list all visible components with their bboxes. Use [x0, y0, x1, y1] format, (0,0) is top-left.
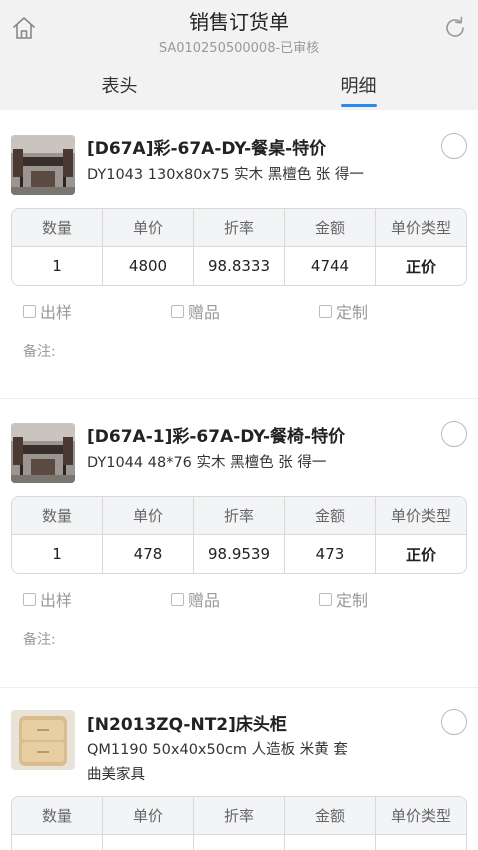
- amount-cell[interactable]: 473: [285, 535, 376, 573]
- amount-cell[interactable]: 4744: [285, 247, 376, 285]
- gift-checkbox[interactable]: 赠品: [171, 587, 220, 611]
- checkbox-box[interactable]: [319, 304, 332, 318]
- select-radio[interactable]: [441, 421, 467, 447]
- checkbox-label: 出样: [40, 591, 73, 610]
- checkbox-label: 定制: [336, 591, 369, 610]
- column-header-discount: 折率: [194, 797, 285, 834]
- list-item: [D67A]彩-67A-DY-餐桌-特价 DY1043 130x80x75 实木…: [0, 110, 478, 398]
- sample-checkbox[interactable]: 出样: [23, 587, 72, 611]
- sample-checkbox[interactable]: 出样: [23, 299, 72, 323]
- discount-cell[interactable]: [194, 835, 285, 850]
- checkbox-box[interactable]: [319, 592, 332, 606]
- discount-cell[interactable]: 98.8333: [194, 247, 285, 285]
- column-header-discount: 折率: [194, 497, 285, 534]
- column-header-discount: 折率: [194, 209, 285, 246]
- checkbox-label: 赠品: [188, 591, 221, 610]
- custom-checkbox[interactable]: 定制: [319, 299, 368, 323]
- checkbox-label: 定制: [336, 303, 369, 322]
- column-header-price-type: 单价类型: [390, 507, 451, 525]
- column-header-unit-price: 单价: [103, 797, 194, 834]
- item-price-table: 数量 单价 折率 金额 单价类型 1 478 98.9539 473 正价: [11, 496, 467, 574]
- unit-price-cell[interactable]: [103, 835, 194, 850]
- column-header-quantity: 数量: [12, 797, 103, 834]
- product-spec: QM1190 50x40x50cm 人造板 米黄 套: [87, 742, 348, 758]
- checkbox-label: 出样: [40, 303, 73, 322]
- nightstand-thumbnail: [11, 710, 75, 770]
- price-type-cell[interactable]: 正价: [376, 247, 466, 285]
- product-name: [N2013ZQ-NT2]床头柜: [87, 715, 287, 735]
- item-price-table: 数量 单价 折率 金额 单价类型: [11, 796, 467, 850]
- tab-details[interactable]: 明细: [239, 72, 478, 98]
- gift-checkbox[interactable]: 赠品: [171, 299, 220, 323]
- product-name: [D67A-1]彩-67A-DY-餐椅-特价: [87, 427, 346, 447]
- discount-cell[interactable]: 98.9539: [194, 535, 285, 573]
- checkbox-box[interactable]: [171, 304, 184, 318]
- list-item: [N2013ZQ-NT2]床头柜 QM1190 50x40x50cm 人造板 米…: [0, 688, 478, 850]
- column-header-quantity: 数量: [12, 497, 103, 534]
- page-title: 销售订货单: [189, 10, 289, 34]
- product-brand: 曲美家具: [87, 767, 145, 783]
- quantity-cell[interactable]: 1: [12, 247, 103, 285]
- price-type-cell[interactable]: 正价: [376, 535, 466, 573]
- tab-header[interactable]: 表头: [0, 72, 239, 98]
- price-type-cell[interactable]: [376, 835, 466, 850]
- column-header-price-type: 单价类型: [390, 219, 451, 237]
- refresh-icon[interactable]: [441, 14, 469, 42]
- remark-label: 备注:: [23, 632, 56, 648]
- list-item: [D67A-1]彩-67A-DY-餐椅-特价 DY1044 48*76 实木 黑…: [0, 399, 478, 687]
- checkbox-box[interactable]: [171, 592, 184, 606]
- custom-checkbox[interactable]: 定制: [319, 587, 368, 611]
- select-radio[interactable]: [441, 709, 467, 735]
- dining-table-thumbnail: [11, 135, 75, 195]
- column-header-amount: 金额: [285, 797, 376, 834]
- checkbox-box[interactable]: [23, 304, 36, 318]
- column-header-amount: 金额: [285, 209, 376, 246]
- quantity-cell[interactable]: [12, 835, 103, 850]
- column-header-quantity: 数量: [12, 209, 103, 246]
- unit-price-cell[interactable]: 478: [103, 535, 194, 573]
- active-tab-indicator: [341, 104, 377, 107]
- order-number-status: SA010250500008-已审核: [158, 41, 320, 56]
- product-name: [D67A]彩-67A-DY-餐桌-特价: [87, 139, 327, 159]
- remark-label: 备注:: [23, 344, 56, 360]
- checkbox-box[interactable]: [23, 592, 36, 606]
- unit-price-cell[interactable]: 4800: [103, 247, 194, 285]
- product-spec: DY1044 48*76 实木 黑檀色 张 得一: [87, 455, 327, 471]
- column-header-unit-price: 单价: [103, 209, 194, 246]
- app-header: 销售订货单 SA010250500008-已审核 表头 明细: [0, 0, 478, 110]
- dining-chair-thumbnail: [11, 423, 75, 483]
- quantity-cell[interactable]: 1: [12, 535, 103, 573]
- item-price-table: 数量 单价 折率 金额 单价类型 1 4800 98.8333 4744 正价: [11, 208, 467, 286]
- product-spec: DY1043 130x80x75 实木 黑檀色 张 得一: [87, 167, 364, 183]
- select-radio[interactable]: [441, 133, 467, 159]
- checkbox-label: 赠品: [188, 303, 221, 322]
- column-header-unit-price: 单价: [103, 497, 194, 534]
- column-header-amount: 金额: [285, 497, 376, 534]
- column-header-price-type: 单价类型: [390, 807, 451, 825]
- amount-cell[interactable]: [285, 835, 376, 850]
- item-list: [D67A]彩-67A-DY-餐桌-特价 DY1043 130x80x75 实木…: [0, 110, 478, 850]
